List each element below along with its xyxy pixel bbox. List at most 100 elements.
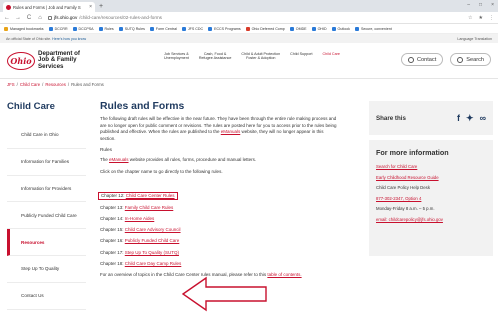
rules-heading: Rules <box>100 147 112 153</box>
info-link[interactable]: Search for Child Care <box>376 164 486 170</box>
nav-item[interactable]: Child Care <box>323 52 340 61</box>
heres-how-you-know-link[interactable]: Here's how you know <box>52 37 86 41</box>
sidebar-item[interactable]: Information for Providers <box>7 176 86 203</box>
site-header: Ohio Department of Job & Family Services… <box>0 43 498 79</box>
bookmark-icon <box>354 26 359 31</box>
chapter-link[interactable]: Child Care Center Rules <box>126 193 175 198</box>
browser-tab[interactable]: Rules and Forms | Job and Family S × <box>3 2 95 12</box>
odjfs-logo[interactable]: Ohio Department of Job & Family Services <box>7 50 80 71</box>
breadcrumb-separator: / <box>16 82 18 87</box>
new-tab-button[interactable]: + <box>99 2 103 12</box>
chapter-link[interactable]: Family Child Care Rules <box>125 205 174 210</box>
link-icon[interactable]: ∞ <box>480 113 486 123</box>
sidebar-title: Child Care <box>7 101 55 112</box>
sidebar-item[interactable]: Resources <box>7 229 86 256</box>
bookmark-label: Form Central <box>155 26 177 31</box>
bookmark-item[interactable]: OHID <box>311 26 327 31</box>
sidebar-item[interactable]: Publicly Funded Child Care <box>7 202 86 230</box>
table-of-contents-link[interactable]: table of contents. <box>267 272 301 277</box>
bookmark-item[interactable]: Rules <box>98 26 114 31</box>
emanuals-link[interactable]: eManuals <box>221 129 241 134</box>
contact-button[interactable]: Contact <box>400 53 444 66</box>
info-text: Child Care Policy Help Desk <box>376 185 430 191</box>
click-instruction: Click on the chapter name to go directly… <box>100 168 223 174</box>
bookmark-icon <box>118 26 123 31</box>
ohio-logo-icon: Ohio <box>7 51 35 70</box>
sidebar-item[interactable]: Child Care in Ohio <box>7 122 86 149</box>
chapter-link[interactable]: Publicly Funded Child Care <box>125 238 180 243</box>
maximize-button[interactable]: □ <box>479 2 482 8</box>
search-button[interactable]: Search <box>450 53 491 66</box>
nav-item[interactable]: Child Support <box>290 52 312 61</box>
bookmark-item[interactable]: DCCPSA <box>72 26 94 31</box>
minimize-button[interactable]: – <box>467 2 470 8</box>
menu-icon[interactable]: ⋮ <box>489 15 494 21</box>
address-bar-row: ← → C ⌂ jfs.ohio.gov/child-care/resource… <box>0 12 498 24</box>
info-link[interactable]: Early Childhood Resource Guide <box>376 175 486 181</box>
breadcrumb-item: Rules and Forms <box>71 82 104 87</box>
breadcrumb-separator: / <box>67 82 70 87</box>
bookmark-item[interactable]: Secure, convenient <box>354 26 392 31</box>
nav-item[interactable]: Cash, Food & Refugee Assistance <box>199 52 232 61</box>
bookmark-label: DCCPSA <box>78 26 94 31</box>
logo-line: Services <box>38 62 64 70</box>
main-nav: Job Services & Unemployment Cash, Food & Re… <box>164 52 340 61</box>
bookmark-item[interactable]: JFS CDC <box>181 26 203 31</box>
nav-item[interactable]: Job Services & Unemployment <box>164 52 189 61</box>
sidebar-item[interactable]: Information for Families <box>7 149 86 176</box>
nav-label: Unemployment <box>164 56 189 61</box>
tab-title: Rules and Forms | Job and Family S <box>13 4 81 10</box>
info-text: Monday-Friday 8 a.m. – 5 p.m. <box>376 206 435 212</box>
chapter-item: Chapter 12: Child Care Center Rules <box>98 191 178 200</box>
bookmark-icon <box>48 26 53 31</box>
main-area: Child Care Child Care in Ohio Information… <box>0 101 498 321</box>
breadcrumb-item[interactable]: Resources <box>45 82 66 87</box>
bookmark-item[interactable]: ECCS Programs <box>208 26 241 31</box>
reload-button[interactable]: C <box>26 15 32 21</box>
bookmark-item[interactable]: DCCRR <box>48 26 68 31</box>
right-sidebar: Share this f ✦ ∞ For more information Sear… <box>369 101 493 256</box>
chapter-item: Chapter 16: Publicly Funded Child Care <box>100 238 180 244</box>
back-button[interactable]: ← <box>4 15 10 21</box>
breadcrumb-separator: / <box>42 82 44 87</box>
bookmark-icon <box>149 26 154 31</box>
chapter-link[interactable]: In-Home Aides <box>125 216 155 221</box>
browser-tools: ☆ ★ ⋮ <box>468 15 494 21</box>
info-link[interactable]: email: childcarepolicy@jfs.ohio.gov <box>376 217 486 223</box>
bookmark-label: Outlook <box>337 26 350 31</box>
bookmark-label: Managed bookmarks <box>10 26 44 31</box>
more-info-title: For more information <box>376 148 449 157</box>
info-link[interactable]: 877-302-2347, Option 4 <box>376 196 486 202</box>
bookmark-label: Rules <box>104 26 114 31</box>
forward-button[interactable]: → <box>15 15 21 21</box>
url-field[interactable]: jfs.ohio.gov/child-care/resources/02-rul… <box>48 14 463 22</box>
nav-label: Foster & Adoption <box>246 56 276 61</box>
facebook-icon[interactable]: f <box>457 113 460 123</box>
bookmark-item[interactable]: Ohio Deferred Comp <box>245 26 285 31</box>
bookmark-icon <box>181 26 186 31</box>
nav-item[interactable]: Child & Adult Protection Foster & Adoptio… <box>241 52 280 61</box>
chapter-link[interactable]: Child Care Advisory Council <box>125 227 181 232</box>
bookmark-item[interactable]: Managed bookmarks <box>4 26 44 31</box>
sidebar-item[interactable]: Step Up To Quality <box>7 256 86 283</box>
bookmark-item[interactable]: Outlook <box>331 26 350 31</box>
bookmark-item[interactable]: OMDE <box>289 26 307 31</box>
close-window-button[interactable]: × <box>491 2 494 8</box>
bookmark-label: Secure, convenient <box>360 26 392 31</box>
breadcrumb-item[interactable]: Child Care <box>20 82 40 87</box>
chapter-link[interactable]: Step Up To Quality (SUTQ) <box>125 250 179 255</box>
favorites-icon[interactable]: ★ <box>479 15 483 21</box>
emanuals-link[interactable]: eManuals <box>109 157 129 162</box>
bookmark-item[interactable]: SUTQ Rules <box>118 26 145 31</box>
breadcrumb-item[interactable]: JFS <box>7 82 15 87</box>
chapter-link[interactable]: Child Care Day Camp Rules <box>125 261 182 266</box>
bookmark-item[interactable]: Form Central <box>149 26 177 31</box>
tab-close-icon[interactable]: × <box>89 4 92 10</box>
bookmark-label: OHID <box>317 26 327 31</box>
twitter-icon[interactable]: ✦ <box>466 113 474 123</box>
emanuals-paragraph: The eManuals website provides all rules,… <box>100 157 257 163</box>
sidebar-item[interactable]: Contact Us <box>7 283 86 310</box>
bookmark-star-icon[interactable]: ☆ <box>468 15 472 21</box>
home-button[interactable]: ⌂ <box>37 15 43 21</box>
language-translation-button[interactable]: Language Translation <box>457 37 492 41</box>
